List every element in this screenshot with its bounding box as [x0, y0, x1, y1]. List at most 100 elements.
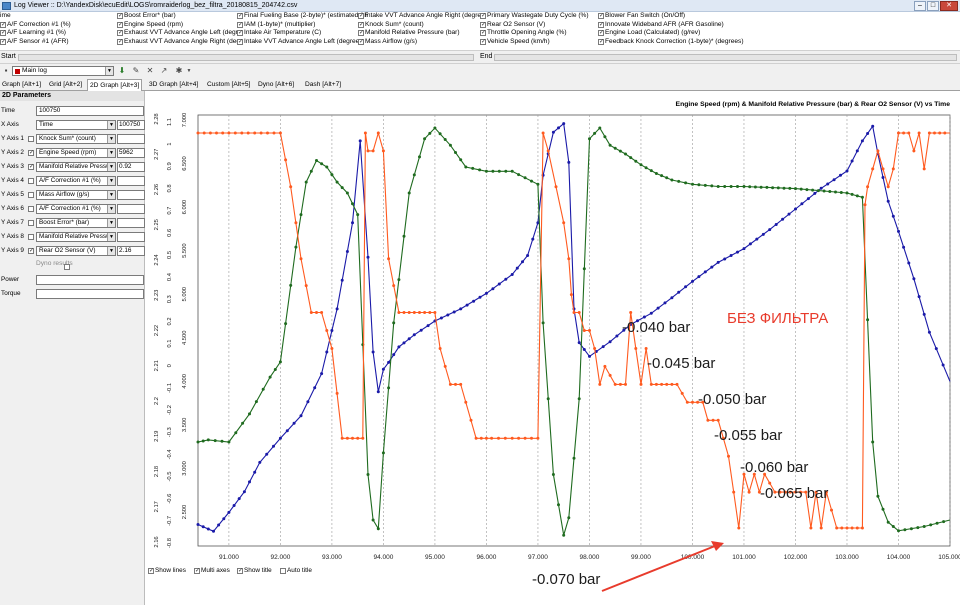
map-point [320, 162, 324, 166]
y-tick-label: -0.4 [167, 449, 173, 460]
multi-axes-option[interactable]: ✓ Multi axes [194, 567, 230, 574]
map-point [697, 183, 701, 187]
y-tick-label: 0 [167, 364, 173, 367]
map-point [289, 283, 293, 287]
y-tick-label: 2.18 [154, 466, 160, 477]
y-tick-label: 2.27 [154, 149, 160, 160]
multi-axes-checkbox[interactable]: ✓ [194, 567, 200, 574]
rpm-point [292, 421, 296, 425]
map-point [497, 169, 501, 173]
rpm-point [902, 245, 906, 249]
rpm-point [567, 160, 571, 164]
x-tick-label: 98.000 [580, 554, 600, 561]
rpm-point [345, 250, 349, 253]
o2-point [608, 373, 612, 377]
map-point [935, 521, 939, 525]
annotation-step-7: -0.070 bar [532, 571, 601, 588]
rpm-point [871, 124, 875, 128]
map-point [665, 176, 669, 180]
o2-point [315, 311, 318, 314]
y-tick-label: 1.1 [167, 118, 173, 126]
o2-point [428, 311, 432, 314]
y-tick-label: 4.000 [182, 374, 188, 389]
o2-point [634, 347, 638, 350]
x-tick-label: 103.000 [835, 554, 859, 561]
map-point [765, 185, 769, 189]
o2-point [541, 131, 545, 135]
o2-point [474, 436, 478, 440]
rpm-point [656, 306, 660, 310]
o2-point [376, 131, 380, 135]
map-point [397, 278, 401, 282]
map-point [942, 520, 946, 524]
show-lines-checkbox[interactable]: ✓ [148, 567, 154, 574]
rpm-point [222, 517, 226, 521]
show-lines-option[interactable]: ✓ Show lines [148, 567, 186, 574]
map-point [268, 375, 272, 379]
o2-point [517, 436, 521, 440]
x-tick-label: 102.000 [784, 554, 808, 561]
o2-point [438, 347, 442, 350]
rpm-point [891, 214, 895, 218]
map-point [839, 191, 843, 194]
annotation-step-5: -0.060 bar [740, 459, 809, 476]
rpm-point [742, 247, 746, 251]
rpm-point [845, 169, 849, 173]
rpm-point [819, 186, 823, 190]
o2-point [423, 311, 427, 314]
o2-point [922, 167, 926, 171]
o2-point [503, 436, 507, 440]
o2-point [418, 311, 421, 314]
o2-point [917, 131, 921, 135]
map-point [325, 165, 329, 169]
rpm-point [376, 390, 380, 394]
y-tick-label: 2.2 [154, 397, 160, 405]
map-point [916, 526, 920, 530]
auto-title-option[interactable]: Auto title [280, 567, 312, 574]
rpm-point [557, 126, 560, 130]
rpm-point [366, 255, 370, 259]
map-point [716, 185, 720, 188]
map-point [634, 159, 638, 163]
o2-point [240, 131, 244, 135]
rpm-point [278, 436, 282, 440]
map-point [196, 440, 200, 444]
o2-point [196, 131, 200, 135]
show-title-checkbox[interactable]: ✓ [237, 567, 243, 574]
o2-point [266, 131, 269, 135]
rpm-point [716, 260, 720, 264]
rpm-point [897, 229, 900, 233]
x-tick-label: 93.000 [322, 554, 342, 561]
o2-point [577, 311, 581, 314]
o2-point [716, 418, 720, 422]
rpm-point [813, 191, 817, 195]
map-point [572, 456, 576, 460]
o2-point [685, 400, 689, 404]
rpm-point [794, 207, 797, 211]
map-point [546, 397, 550, 401]
y-tick-label: 2.22 [154, 325, 160, 336]
map-point [582, 267, 586, 271]
map-point [759, 185, 763, 189]
map-point [660, 174, 664, 178]
rpm-point [253, 470, 257, 474]
rpm-point [381, 367, 385, 371]
map-point [613, 146, 617, 150]
map-point [402, 234, 406, 238]
show-title-option[interactable]: ✓ Show title [237, 567, 272, 574]
map-point [723, 185, 727, 188]
rpm-point [371, 350, 375, 354]
annotation-step-3: -0.050 bar [698, 391, 767, 408]
o2-point [253, 131, 257, 135]
o2-point [897, 131, 900, 135]
o2-point [863, 203, 867, 207]
map-point [860, 195, 864, 199]
o2-point [381, 149, 385, 153]
o2-point [819, 526, 823, 530]
map-point [423, 137, 427, 141]
y-tick-label: 5.500 [182, 243, 188, 258]
y-tick-label: 2.25 [154, 219, 160, 230]
y-tick-label: -0.6 [167, 494, 173, 504]
auto-title-checkbox[interactable] [280, 567, 286, 574]
rpm-point [774, 223, 778, 226]
